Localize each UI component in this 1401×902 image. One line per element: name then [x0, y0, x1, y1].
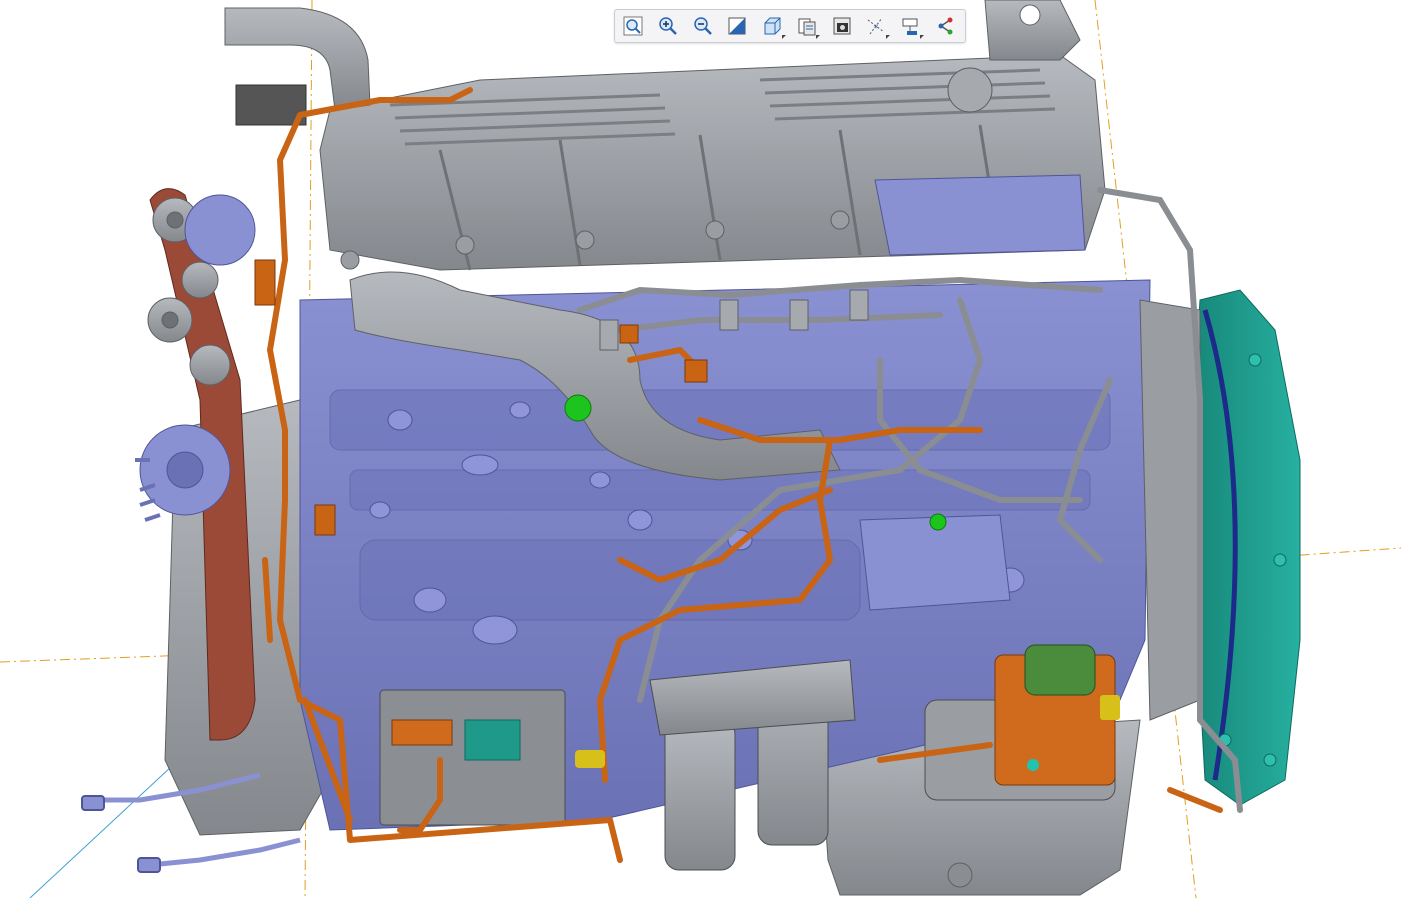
repaint-icon	[728, 17, 746, 35]
flyout-indicator	[816, 35, 821, 39]
annotation-display-button[interactable]	[896, 11, 927, 41]
injector-module	[874, 174, 1086, 256]
zoom-in-button[interactable]	[653, 11, 684, 41]
3d-viewport[interactable]: *	[0, 0, 1401, 899]
view-manager-icon	[798, 18, 816, 36]
refit-button[interactable]	[618, 11, 649, 41]
datum-display-icon: *	[867, 17, 885, 35]
display-style-button[interactable]	[826, 11, 857, 41]
repaint-button[interactable]	[722, 11, 753, 41]
saved-views-icon	[764, 17, 781, 35]
view-manager-button[interactable]	[792, 11, 823, 41]
saved-views-button[interactable]	[757, 11, 788, 41]
datum-display-button[interactable]: *	[861, 11, 892, 41]
sensor-cap	[564, 394, 592, 422]
annotation-display-icon	[902, 18, 918, 35]
flyout-indicator	[781, 35, 786, 39]
zoom-out-icon	[694, 17, 712, 35]
flyout-indicator	[920, 35, 925, 39]
pulleys	[147, 194, 256, 386]
refit-icon	[623, 16, 643, 36]
spin-center-icon	[938, 17, 953, 35]
zoom-in-icon	[659, 17, 677, 35]
spin-center-button[interactable]	[930, 11, 961, 41]
view-toolbar: *	[614, 9, 966, 43]
display-style-icon	[833, 17, 851, 35]
flyout-indicator	[885, 35, 890, 39]
zoom-out-button[interactable]	[687, 11, 718, 41]
engine-model-render	[0, 0, 1401, 899]
svg-text:*: *	[874, 24, 879, 34]
